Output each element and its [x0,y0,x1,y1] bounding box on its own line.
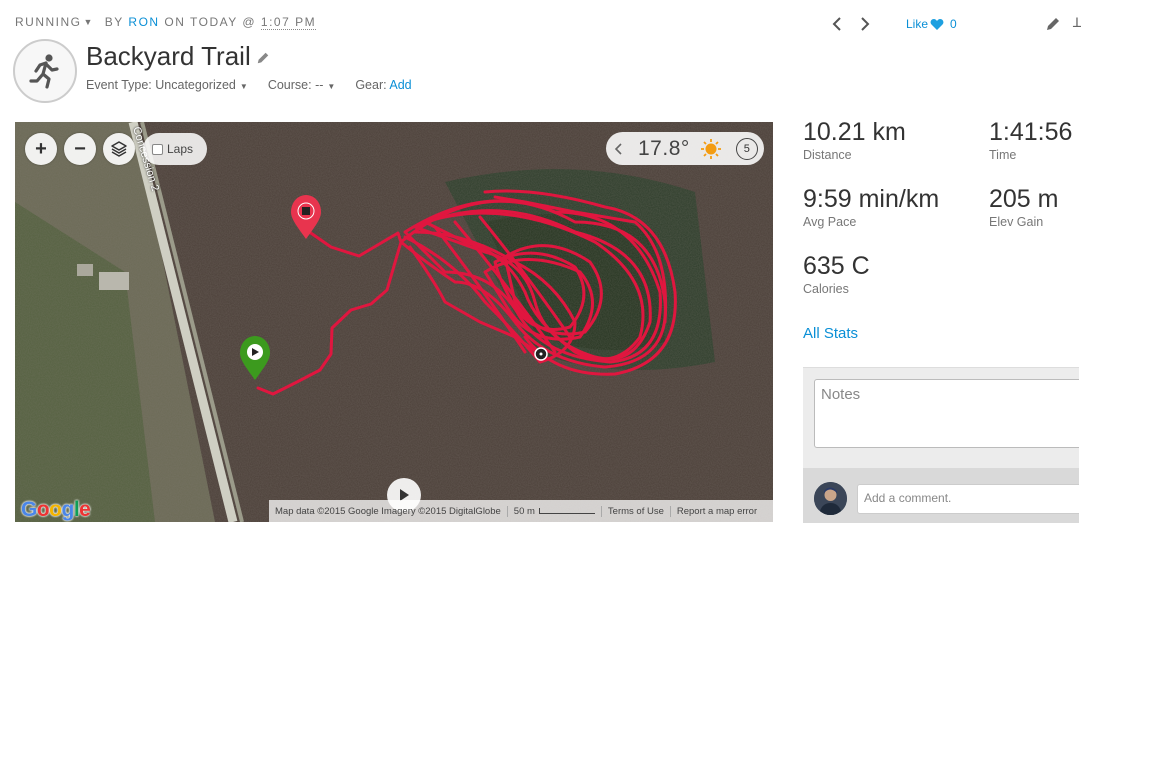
scale-bar [538,507,595,514]
event-type-label: Event Type: [86,78,152,92]
laps-toggle[interactable]: Laps [143,133,207,165]
map-attribution-bar: Map data ©2015 Google Imagery ©2015 Digi… [269,500,773,522]
start-marker[interactable] [240,336,270,380]
edit-title-icon[interactable] [256,51,270,65]
more-icon[interactable]: ꓕ [1073,15,1081,31]
zoom-out-button[interactable]: − [64,133,96,165]
by-label: BY [104,15,124,29]
wind-speed-icon: 5 [735,137,758,160]
weather-widget: 17.8° 5 [606,132,764,165]
weather-temperature: 17.8° [638,136,690,160]
like-button[interactable]: Like 0 [906,17,957,31]
stat-elevation: 205 m Elev Gain [989,185,1058,229]
gear-label: Gear: [355,78,387,92]
user-link[interactable]: RON [128,15,159,29]
activity-properties: Event Type: Uncategorized ▼ Course: -- ▼ G… [86,78,432,92]
next-activity-icon[interactable] [856,14,874,34]
stat-pace: 9:59 min/km Avg Pace [803,185,939,229]
add-gear-link[interactable]: Add [389,78,411,92]
activity-navigation [828,14,874,34]
avatar [814,482,847,515]
activity-type-dropdown-icon[interactable]: ▼ [84,17,94,27]
map-layers-button[interactable] [103,133,135,165]
activity-title: Backyard Trail [86,41,251,71]
stat-distance: 10.21 km Distance [803,118,906,162]
activity-type-label[interactable]: RUNNING [15,15,82,29]
time-label: Time [989,148,1017,162]
on-label: ON TODAY @ [164,15,257,29]
runner-icon [29,54,59,89]
activity-time[interactable]: 1:07 PM [260,15,317,30]
activity-meta: RUNNING ▼ BY RON ON TODAY @ 1:07 PM [15,15,317,30]
map-scale: 50 m [508,505,602,517]
chevron-down-icon: ▼ [239,82,248,91]
terms-link[interactable]: Terms of Use [602,505,671,517]
report-error-link[interactable]: Report a map error [671,506,763,517]
chevron-left-icon[interactable] [612,142,626,156]
event-type-value: Uncategorized [155,78,236,92]
chevron-down-icon: ▼ [327,82,336,91]
like-label: Like [906,17,929,31]
course-selector[interactable]: Course: -- ▼ [268,78,336,92]
elev-label: Elev Gain [989,215,1044,229]
calories-label: Calories [803,282,849,296]
pace-label: Avg Pace [803,215,857,229]
add-comment-input[interactable]: Add a comment. [857,484,1079,514]
stat-calories: 635 C Calories [803,252,870,296]
zoom-in-button[interactable]: + [25,133,57,165]
comment-row: Add a comment. [803,468,1079,523]
laps-label: Laps [167,142,194,156]
stat-time: 1:41:56 Time [989,118,1072,162]
course-label: Course: [267,78,312,92]
pace-value: 9:59 min/km [803,185,940,213]
distance-label: Distance [803,148,852,162]
layers-icon [111,141,127,157]
laps-checkbox[interactable] [152,143,163,155]
running-activity-icon [13,39,77,103]
distance-value: 10.21 km [803,118,906,146]
gear-field: Gear: Add [355,78,411,92]
comments-panel: Notes Add a comment. [803,367,1079,523]
position-marker [534,347,548,361]
sun-icon [700,138,721,159]
google-logo: Google [21,498,91,521]
calories-value: 635 C [803,252,870,280]
heart-icon [930,18,944,30]
course-value: -- [315,78,324,92]
previous-activity-icon[interactable] [828,14,846,34]
user-avatar-icon [814,482,847,515]
map-attribution: Map data ©2015 Google Imagery ©2015 Digi… [269,505,508,517]
time-value: 1:41:56 [989,118,1073,146]
notes-field[interactable]: Notes [814,379,1079,448]
edit-pencil-icon[interactable] [1045,16,1061,32]
all-stats-link[interactable]: All Stats [803,325,858,342]
like-count: 0 [950,17,957,31]
event-type-selector[interactable]: Event Type: Uncategorized ▼ [86,78,248,92]
route-track: Concession 2 [130,125,677,396]
elev-value: 205 m [989,185,1059,213]
route-map[interactable]: Concession 2 + − Laps 17.8° 5 Google Map… [15,122,773,522]
map-scale-label: 50 m [513,505,535,517]
finish-marker[interactable] [291,195,321,239]
